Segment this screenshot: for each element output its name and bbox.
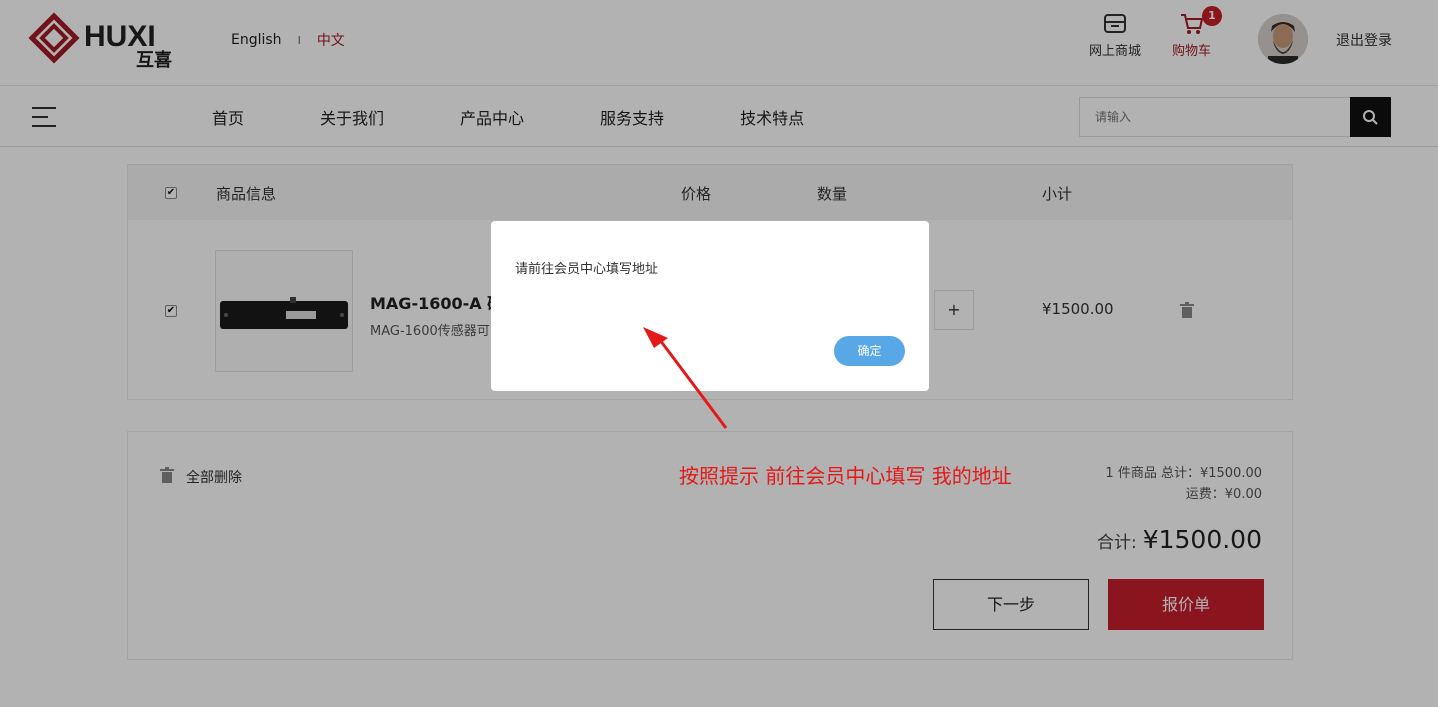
dialog-message: 请前往会员中心填写地址 — [515, 262, 659, 277]
alert-dialog: 请前往会员中心填写地址 确定 — [491, 221, 929, 391]
annotation-text: 按照提示 前往会员中心填写 我的地址 — [679, 464, 1012, 488]
dialog-ok-button[interactable]: 确定 — [834, 336, 905, 366]
